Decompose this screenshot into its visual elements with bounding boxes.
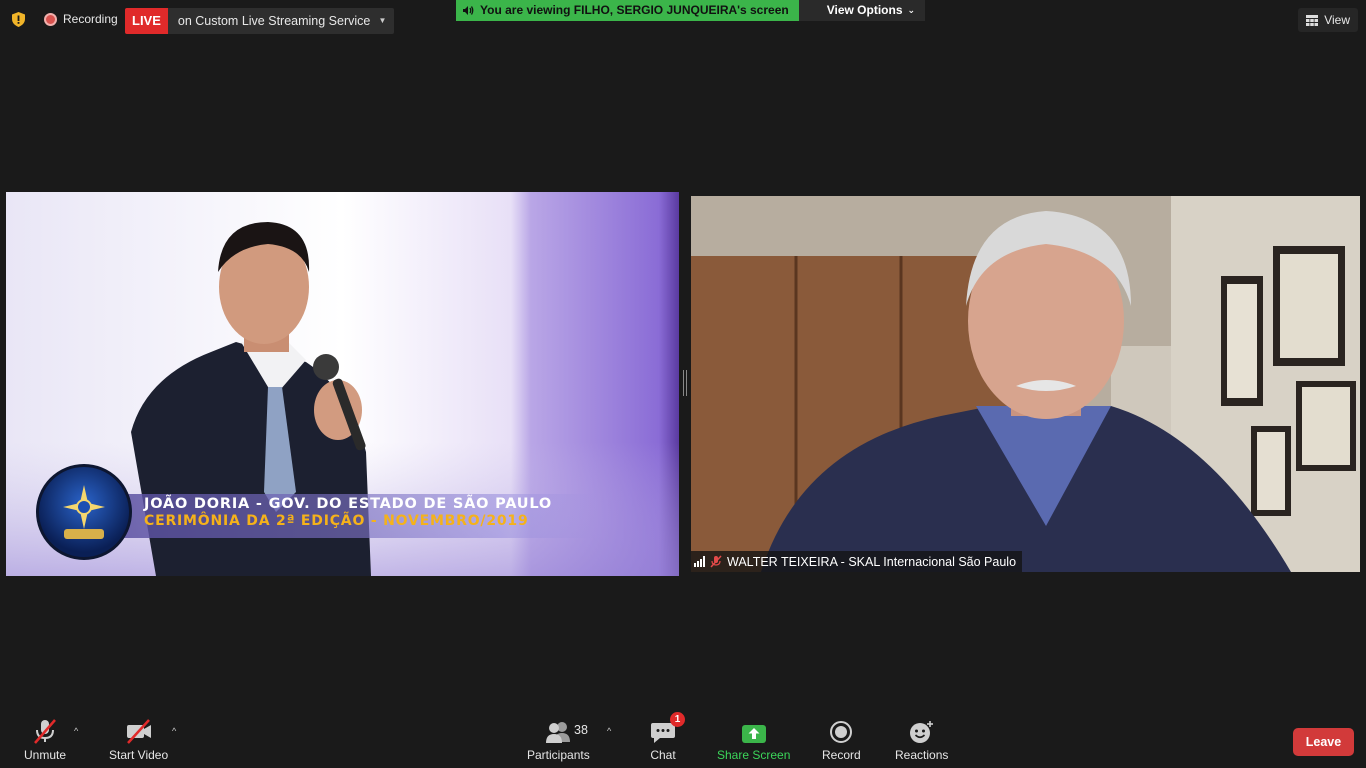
top-bar: Recording LIVE on Custom Live Streaming … bbox=[0, 0, 1366, 40]
reactions-button[interactable]: Reactions bbox=[895, 718, 948, 762]
leave-button[interactable]: Leave bbox=[1293, 728, 1354, 756]
security-shield-icon[interactable] bbox=[10, 11, 27, 28]
start-video-button[interactable]: Start Video bbox=[109, 718, 168, 762]
lower-third-subtitle: CERIMÔNIA DA 2ª EDIÇÃO - NOVEMBRO/2019 bbox=[144, 513, 529, 529]
muted-mic-icon bbox=[710, 555, 722, 568]
record-icon bbox=[829, 718, 853, 744]
participants-icon bbox=[545, 718, 571, 744]
chat-label: Chat bbox=[650, 748, 676, 762]
share-screen-button[interactable]: Share Screen bbox=[717, 718, 790, 762]
record-label: Record bbox=[822, 748, 861, 762]
split-view-divider-handle[interactable] bbox=[683, 370, 687, 396]
caret-down-icon: ▼ bbox=[378, 16, 387, 25]
live-badge: LIVE bbox=[125, 8, 168, 34]
unmute-label: Unmute bbox=[24, 748, 67, 762]
meeting-toolbar: Unmute ^ Start Video ^ Participants 38 ^ bbox=[0, 712, 1366, 768]
recording-label: Recording bbox=[63, 12, 118, 26]
chat-bubble-icon: 1 bbox=[650, 712, 685, 744]
live-service-text: on Custom Live Streaming Service bbox=[177, 14, 371, 28]
chat-button[interactable]: 1 Chat bbox=[650, 712, 685, 762]
start-video-label: Start Video bbox=[109, 748, 169, 762]
record-button[interactable]: Record bbox=[822, 718, 861, 762]
recording-dot-icon bbox=[44, 12, 57, 26]
video-options-caret-icon[interactable]: ^ bbox=[172, 726, 176, 736]
chat-unread-badge: 1 bbox=[670, 712, 685, 727]
participant-video-scene bbox=[691, 196, 1360, 572]
viewing-text: You are viewing FILHO, SERGIO JUNQUEIRA'… bbox=[480, 3, 789, 17]
video-off-icon bbox=[125, 718, 153, 744]
live-stream-dropdown[interactable]: LIVE on Custom Live Streaming Service ▼ bbox=[125, 8, 395, 34]
reactions-label: Reactions bbox=[895, 748, 949, 762]
signal-strength-icon bbox=[694, 556, 705, 567]
participants-label: Participants bbox=[527, 748, 590, 762]
participants-options-caret-icon[interactable]: ^ bbox=[607, 726, 611, 736]
reactions-smiley-icon bbox=[909, 718, 935, 744]
audio-options-caret-icon[interactable]: ^ bbox=[74, 726, 78, 736]
award-logo bbox=[36, 464, 132, 560]
viewing-indicator: You are viewing FILHO, SERGIO JUNQUEIRA'… bbox=[456, 0, 799, 21]
view-layout-button[interactable]: View bbox=[1298, 8, 1358, 32]
share-screen-arrow-icon bbox=[741, 718, 767, 744]
unmute-button[interactable]: Unmute bbox=[24, 718, 66, 762]
speaker-icon bbox=[463, 6, 474, 15]
muted-microphone-icon bbox=[32, 718, 58, 744]
participant-name-tag: WALTER TEIXEIRA - SKAL Internacional São… bbox=[691, 551, 1023, 572]
screen-share-banner: You are viewing FILHO, SERGIO JUNQUEIRA'… bbox=[456, 0, 926, 21]
shared-screen-video: JOÃO DORIA - GOV. DO ESTADO DE SÃO PAULO… bbox=[6, 192, 679, 576]
view-options-button[interactable]: View Options ⌄ bbox=[798, 0, 926, 21]
lower-third-title: JOÃO DORIA - GOV. DO ESTADO DE SÃO PAULO bbox=[144, 496, 553, 512]
live-service-label: on Custom Live Streaming Service ▼ bbox=[167, 8, 395, 34]
participant-name: WALTER TEIXEIRA - SKAL Internacional São… bbox=[727, 554, 1017, 569]
view-button-label: View bbox=[1324, 13, 1350, 27]
share-screen-label: Share Screen bbox=[717, 748, 791, 762]
participants-count: 38 bbox=[574, 723, 588, 737]
grid-icon bbox=[1306, 14, 1319, 26]
chevron-down-icon: ⌄ bbox=[907, 5, 916, 15]
lower-third-caption: JOÃO DORIA - GOV. DO ESTADO DE SÃO PAULO… bbox=[36, 464, 596, 560]
participant-video: WALTER TEIXEIRA - SKAL Internacional São… bbox=[691, 196, 1360, 572]
view-options-label: View Options bbox=[826, 3, 903, 17]
trophy-star-icon bbox=[63, 485, 105, 539]
recording-indicator[interactable]: Recording bbox=[44, 12, 118, 26]
